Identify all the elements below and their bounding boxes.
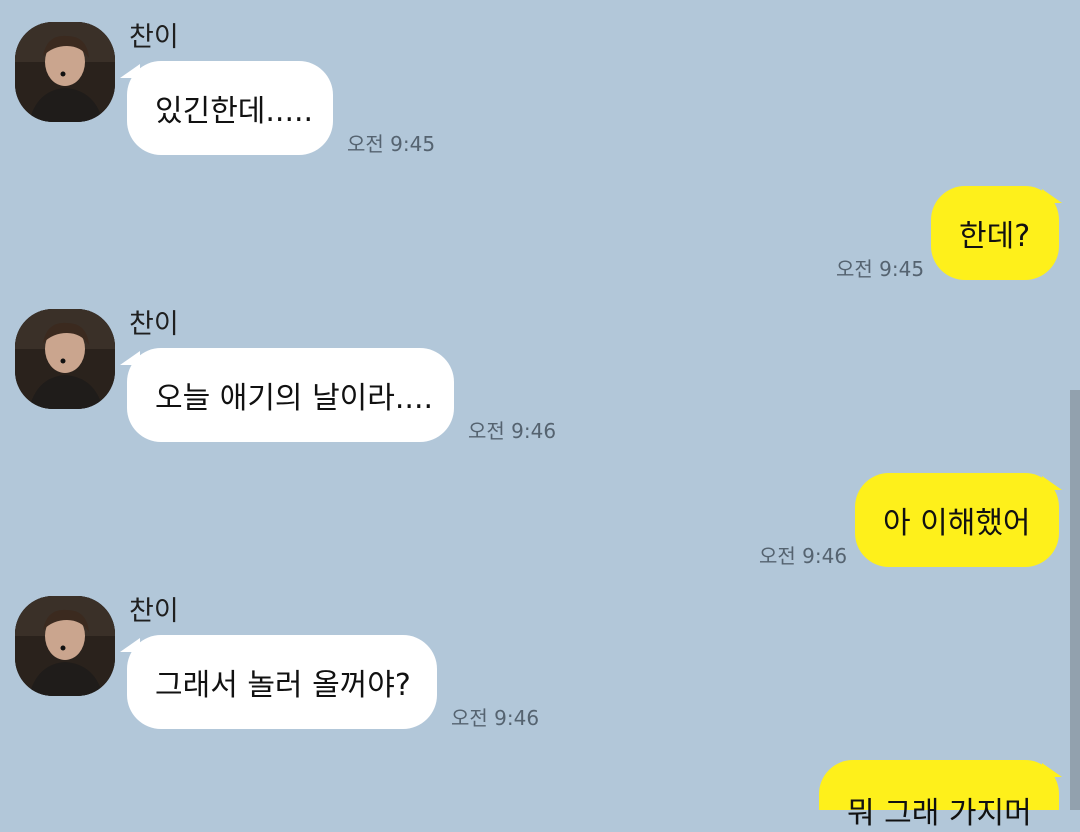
message-timestamp: 오전 9:45 <box>347 132 436 156</box>
message-text: 오늘 애기의 날이라.... <box>155 381 434 416</box>
message-text: 한데? <box>959 219 1031 254</box>
profile-avatar[interactable] <box>15 309 115 409</box>
chat-room: 찬이 있긴한데..... 오전 9:45 한데? 오전 9:45 찬이 오늘 애… <box>0 0 1080 831</box>
bubble-tail <box>1042 763 1062 777</box>
scrollbar[interactable] <box>1070 390 1080 810</box>
sent-message-bubble[interactable]: 한데? <box>931 186 1059 280</box>
avatar-photo <box>15 596 115 696</box>
received-message-bubble[interactable]: 그래서 놀러 올꺼야? <box>127 635 437 729</box>
bubble-tail <box>1042 189 1062 203</box>
bubble-tail <box>1042 476 1062 490</box>
sent-message-bubble[interactable]: 아 이해했어 <box>855 473 1059 567</box>
avatar-photo <box>15 309 115 409</box>
sender-name: 찬이 <box>129 596 179 627</box>
message-text: 있긴한데..... <box>155 94 314 129</box>
profile-avatar[interactable] <box>15 22 115 122</box>
received-message-bubble[interactable]: 오늘 애기의 날이라.... <box>127 348 454 442</box>
avatar-photo <box>15 22 115 122</box>
sender-name: 찬이 <box>129 309 179 340</box>
message-timestamp: 오전 9:46 <box>759 544 848 568</box>
message-timestamp: 오전 9:46 <box>468 419 557 443</box>
sent-message-bubble[interactable]: 뭐 그래 가지머 <box>819 760 1059 831</box>
message-timestamp: 오전 9:45 <box>836 257 925 281</box>
message-timestamp: 오전 9:46 <box>451 706 540 730</box>
sender-name: 찬이 <box>129 22 179 53</box>
message-text: 아 이해했어 <box>883 506 1031 541</box>
profile-avatar[interactable] <box>15 596 115 696</box>
message-text: 그래서 놀러 올꺼야? <box>155 668 411 703</box>
received-message-bubble[interactable]: 있긴한데..... <box>127 61 333 155</box>
message-text: 뭐 그래 가지머 <box>847 796 1032 831</box>
